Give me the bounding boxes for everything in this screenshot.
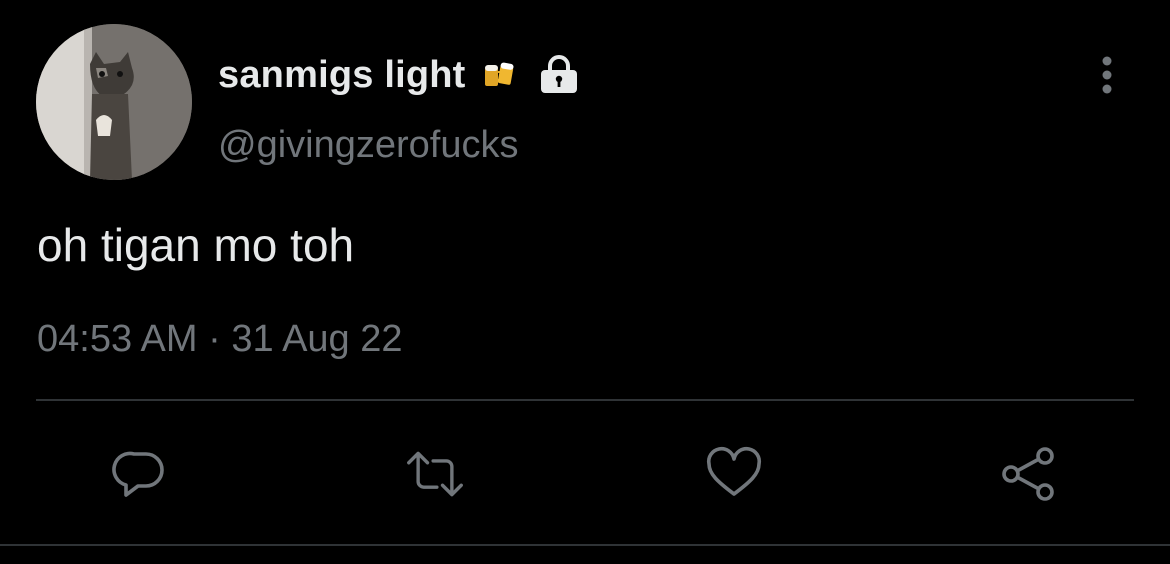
- share-icon: [1002, 447, 1054, 501]
- retweet-button[interactable]: [405, 444, 465, 504]
- more-options-button[interactable]: [1090, 52, 1124, 98]
- user-handle[interactable]: @givingzerofucks: [218, 124, 518, 167]
- more-vertical-icon: [1102, 56, 1112, 94]
- heart-icon: [706, 446, 762, 496]
- beer-mugs-icon: [482, 58, 516, 92]
- tweet-text: oh tigan mo toh: [37, 219, 355, 271]
- divider: [36, 399, 1134, 401]
- retweet-icon: [407, 451, 463, 497]
- share-button[interactable]: [998, 444, 1058, 504]
- bottom-divider: [0, 544, 1170, 546]
- like-button[interactable]: [704, 444, 764, 504]
- reply-button[interactable]: [110, 444, 170, 504]
- display-name[interactable]: sanmigs light: [218, 54, 466, 97]
- avatar[interactable]: [36, 24, 192, 180]
- tweet-timestamp[interactable]: 04:53 AM · 31 Aug 22: [37, 318, 403, 361]
- lock-icon: [538, 55, 580, 95]
- tweet-date: 31 Aug 22: [231, 318, 403, 360]
- reply-icon: [112, 451, 164, 497]
- tweet-detail: sanmigs light @givingzerofucks oh tigan …: [0, 0, 1170, 564]
- cat-avatar-image: [36, 24, 192, 180]
- timestamp-separator: ·: [208, 318, 221, 360]
- display-name-row: sanmigs light: [218, 50, 580, 100]
- tweet-time: 04:53 AM: [37, 318, 198, 360]
